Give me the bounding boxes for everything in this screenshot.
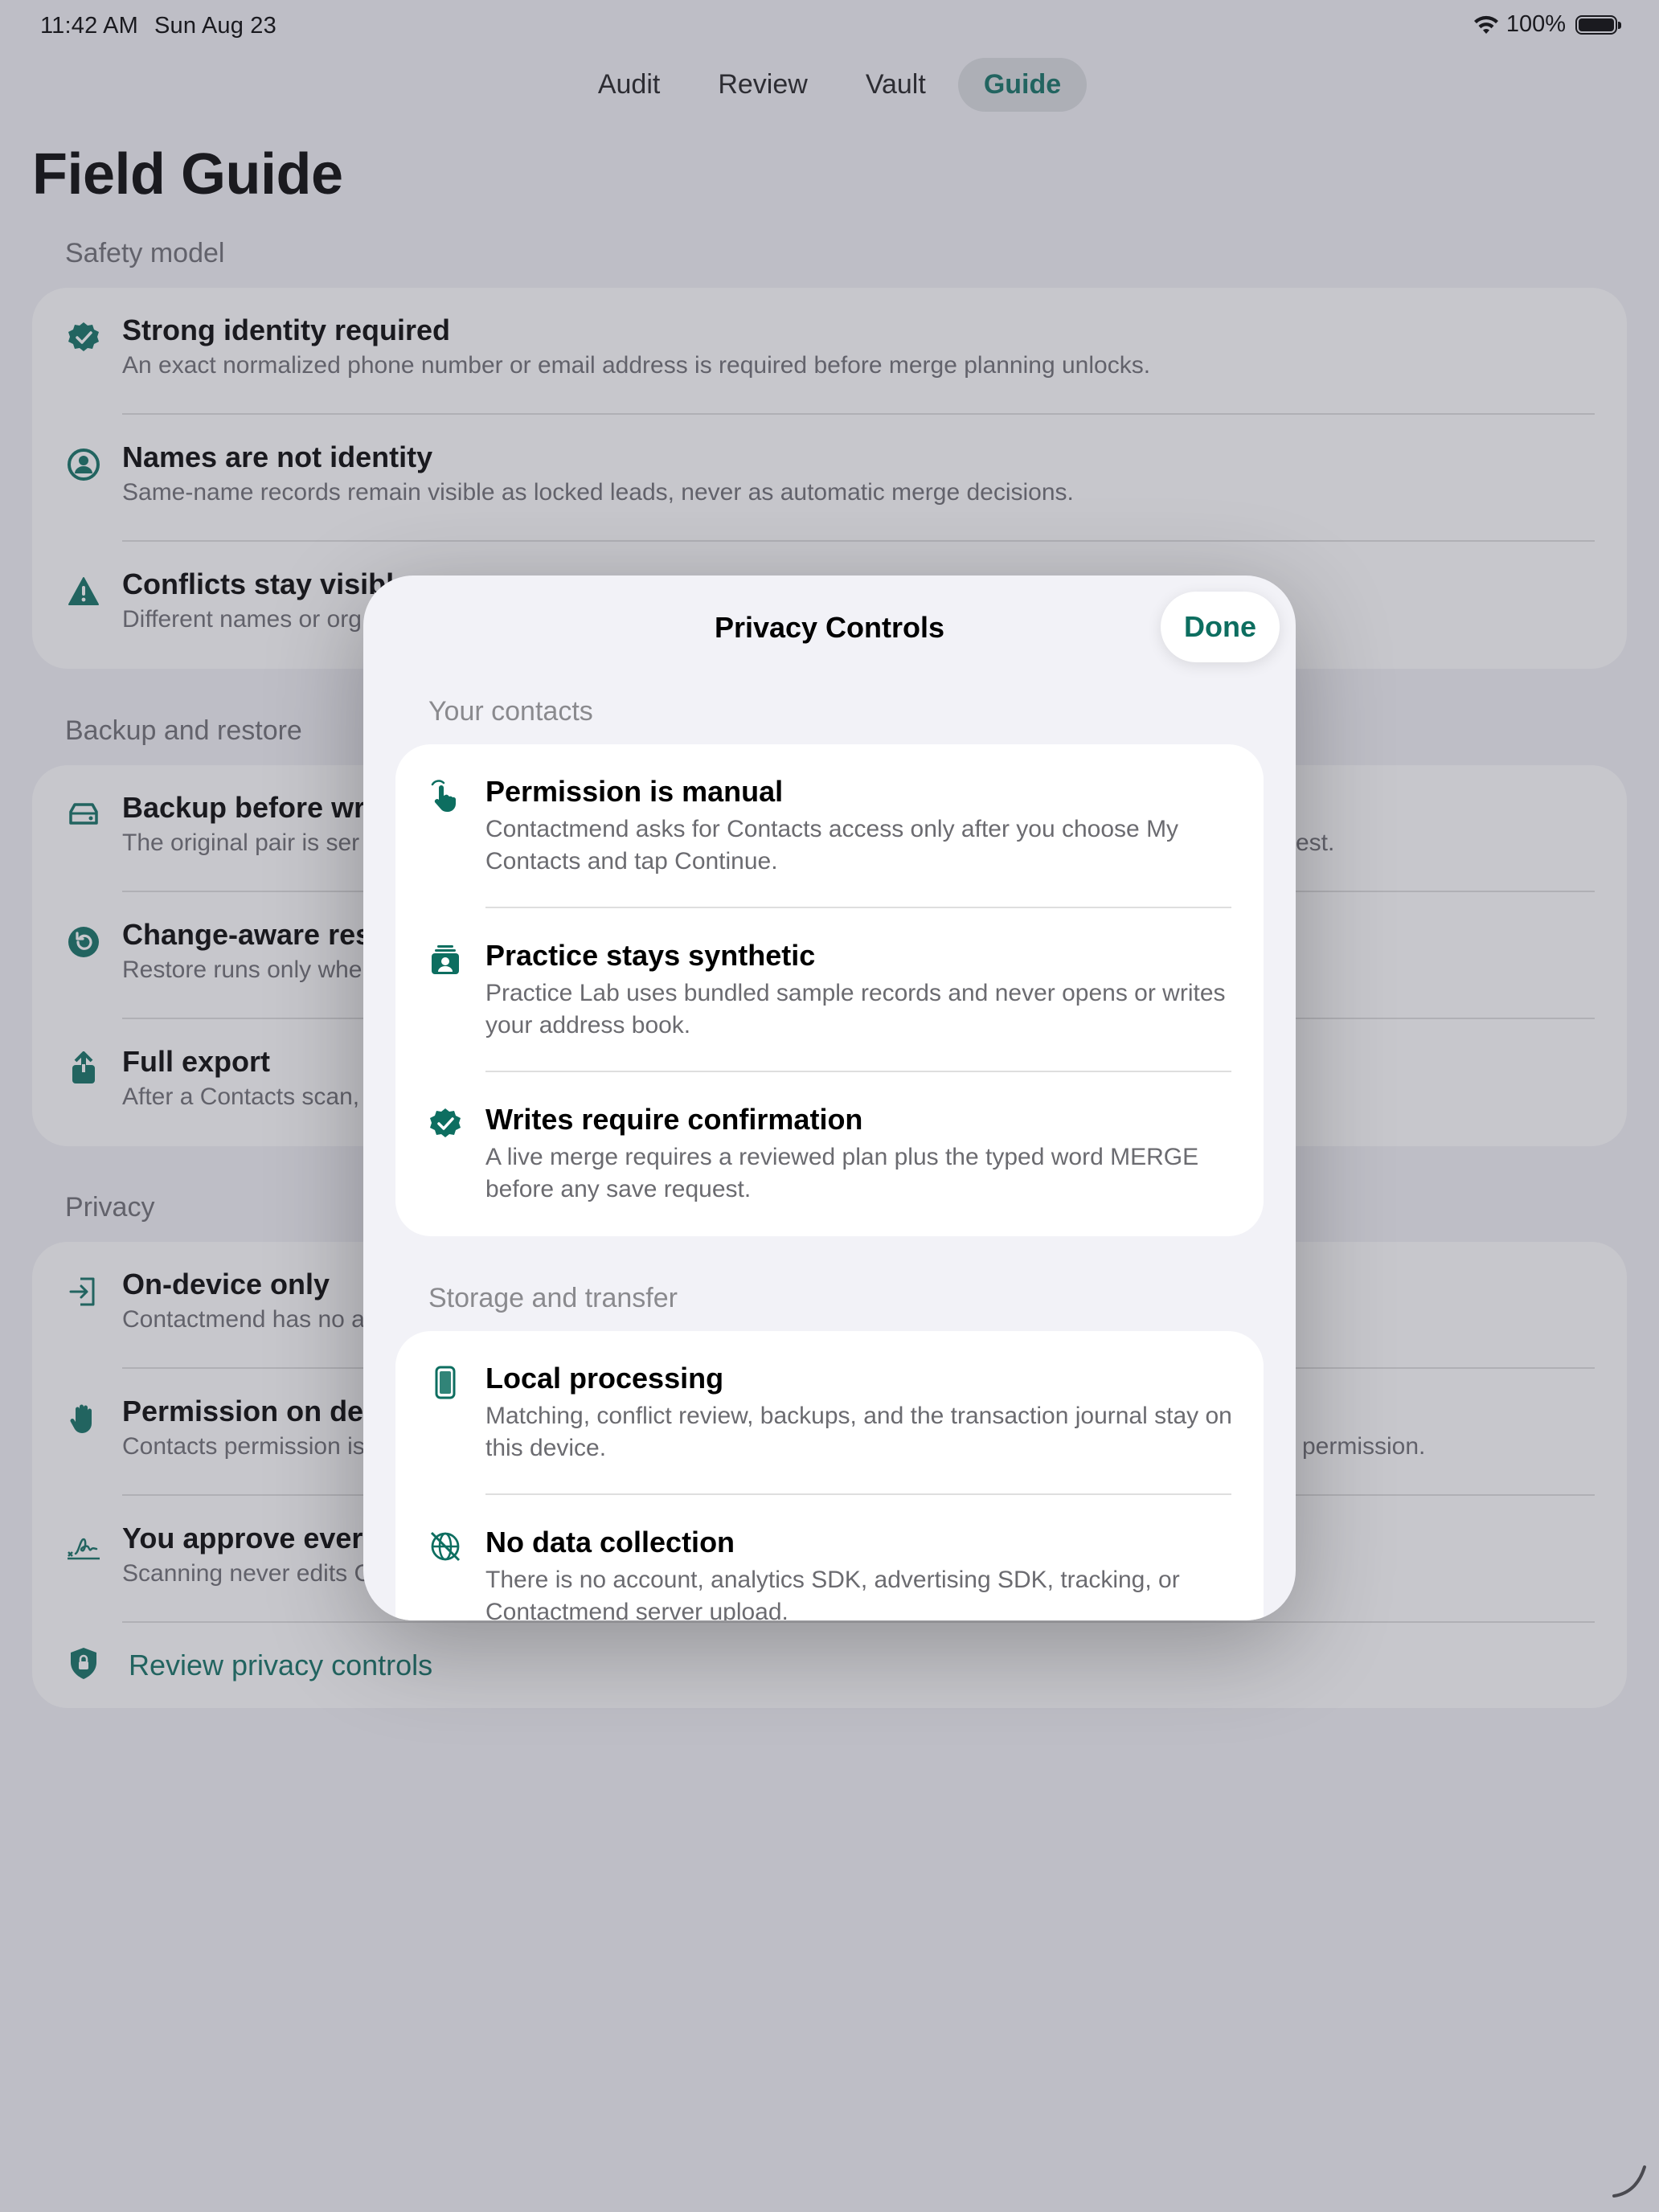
screen: 11:42 AM Sun Aug 23 100% Audit Review Vau… (0, 0, 1659, 2212)
item-title: Writes require confirmation (485, 1103, 863, 1136)
section-header-your-contacts: Your contacts (428, 696, 593, 727)
item-description: There is no account, analytics SDK, adve… (485, 1567, 1180, 1620)
section-header-storage-transfer: Storage and transfer (428, 1283, 678, 1313)
person-stack-icon (432, 945, 459, 974)
privacy-controls-sheet: Privacy Controls Done Your contacts Perm… (363, 576, 1296, 1620)
phone-device-icon (435, 1366, 456, 1399)
item-description: Matching, conflict review, backups, and … (485, 1403, 1232, 1461)
item-title: Permission is manual (485, 775, 784, 808)
list-item: Permission is manual Contactmend asks fo… (395, 744, 1264, 908)
your-contacts-group: Permission is manual Contactmend asks fo… (395, 744, 1264, 1236)
no-network-globe-icon (430, 1531, 461, 1562)
storage-transfer-group: Local processing Matching, conflict revi… (395, 1331, 1264, 1620)
resize-corner-handle-icon[interactable] (1609, 2161, 1649, 2201)
item-description: A live merge requires a reviewed plan pl… (485, 1144, 1199, 1202)
list-item: Local processing Matching, conflict revi… (395, 1331, 1264, 1495)
item-description: Contactmend asks for Contacts access onl… (485, 816, 1179, 875)
sheet-title: Privacy Controls (714, 611, 945, 644)
item-description: Practice Lab uses bundled sample records… (485, 980, 1226, 1038)
hand-tap-icon (431, 780, 456, 812)
item-title: Practice stays synthetic (485, 939, 816, 972)
done-button[interactable]: Done (1161, 592, 1280, 662)
list-item: Writes require confirmation A live merge… (395, 1072, 1264, 1236)
item-title: Local processing (485, 1362, 724, 1395)
checkmark-seal-icon (430, 1108, 461, 1137)
list-item: No data collection There is no account, … (395, 1495, 1264, 1620)
list-item: Practice stays synthetic Practice Lab us… (395, 908, 1264, 1072)
item-title: No data collection (485, 1526, 735, 1559)
